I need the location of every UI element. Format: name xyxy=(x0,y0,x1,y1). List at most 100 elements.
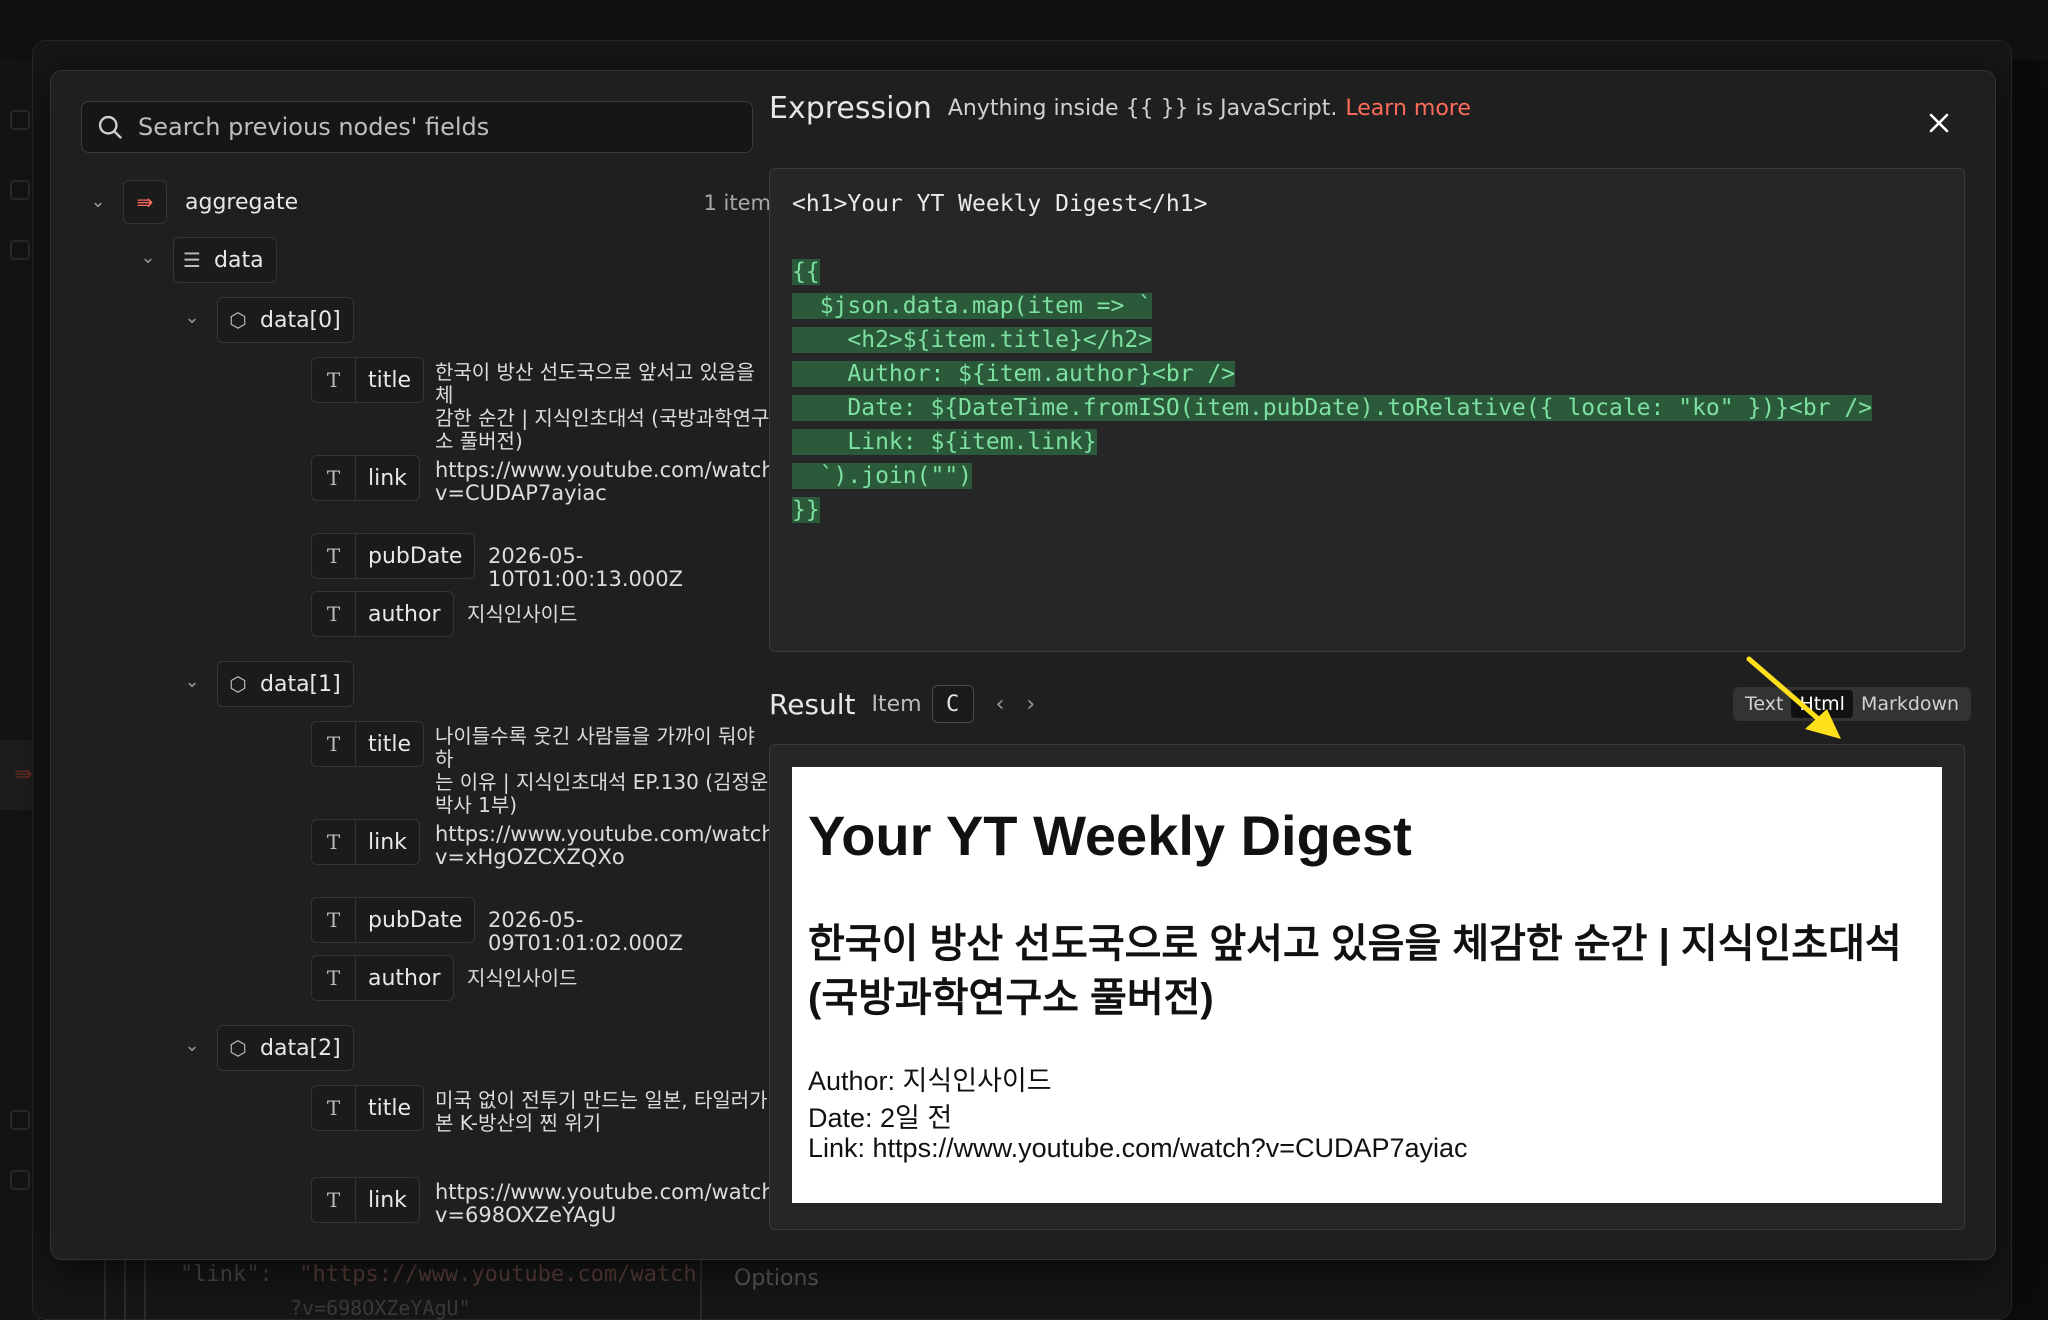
code-text: `).join("") xyxy=(792,463,973,489)
code-text: $json.data.map(item => ` xyxy=(792,293,1153,319)
node-pill: ☰ data xyxy=(173,237,277,283)
bg-indent-line xyxy=(144,1250,146,1320)
bg-separator xyxy=(700,1250,702,1320)
expression-header: Expression Anything inside {{ }} is Java… xyxy=(769,83,1471,133)
code-line: <h1>Your YT Weekly Digest</h1> xyxy=(792,191,1207,217)
field-value-line: 지식인사이드 xyxy=(467,966,578,990)
field-value-line: https://www.youtube.com/watch? xyxy=(435,458,771,482)
bg-indent-line xyxy=(124,1250,126,1320)
field-name: author xyxy=(368,601,441,627)
preview-subheading: 한국이 방산 선도국으로 앞서고 있음을 체감한 순간 | 지식인초대석 (국방… xyxy=(808,922,1902,1020)
item-count: 1 item xyxy=(703,191,771,215)
bg-indent-line xyxy=(104,1250,106,1320)
item-index-input[interactable]: C xyxy=(931,685,974,723)
bg-json-line: "link": "https://www.youtube.com/watch xyxy=(180,1262,697,1287)
text-type-icon: T xyxy=(312,820,356,864)
learn-more-link[interactable]: Learn more xyxy=(1345,96,1470,121)
code-text: }} xyxy=(792,497,820,523)
bg-search-icon xyxy=(10,1110,30,1130)
code-text: {{ xyxy=(792,259,820,285)
bg-settings-icon xyxy=(10,1170,30,1190)
bg-json-line-2: ?v=698OXZeYAgU" xyxy=(290,1296,471,1320)
code-text: Author: ${item.author}<br /> xyxy=(792,361,1236,387)
field-value-line: https://www.youtube.com/watch? xyxy=(435,1180,771,1204)
preview-heading: Your YT Weekly Digest xyxy=(808,804,1412,867)
field-pill: Tlink xyxy=(311,1177,420,1223)
html-preview: Your YT Weekly Digest 한국이 방산 선도국으로 앞서고 있… xyxy=(792,767,1942,1203)
chevron-down-icon[interactable]: ⌄ xyxy=(181,307,203,329)
bg-user-icon xyxy=(10,180,30,200)
field-name: title xyxy=(368,367,412,393)
field-pill: Tauthor xyxy=(311,591,454,637)
field-value-line: v=CUDAP7ayiac xyxy=(435,481,607,505)
field-pill: TpubDate xyxy=(311,533,476,579)
close-icon xyxy=(1929,113,1949,133)
preview-date: Date: 2일 전 xyxy=(808,1103,953,1133)
chevron-down-icon[interactable]: ⌄ xyxy=(137,247,159,269)
bg-home-icon xyxy=(10,110,30,130)
code-line: <h2>${item.title}</h2> xyxy=(792,327,1153,353)
code-text: Link: ${item.link} xyxy=(792,429,1097,455)
code-line: `).join("") xyxy=(792,463,973,489)
node-label: aggregate xyxy=(185,189,299,215)
expression-title: Expression xyxy=(769,90,932,126)
code-line: {{ xyxy=(792,259,820,285)
field-name: title xyxy=(368,731,412,757)
node-pill: ⇛ aggregate xyxy=(123,179,310,225)
bg-node-icon: ⇛ xyxy=(14,762,33,787)
bg-options-label: Options xyxy=(734,1266,819,1291)
code-line: Date: ${DateTime.fromISO(item.pubDate).t… xyxy=(792,395,1873,421)
field-pill: Ttitle xyxy=(311,1085,425,1131)
text-type-icon: T xyxy=(312,1178,356,1222)
bg-folder-icon xyxy=(10,240,30,260)
text-type-icon: T xyxy=(312,956,356,1000)
field-value-line: 지식인사이드 xyxy=(467,602,578,626)
field-value: 한국이 방산 선도국으로 앞서고 있음을 체 감한 순간 | 지식인초대석 (국방… xyxy=(435,361,771,453)
field-value: 2026-05-09T01:01:02.000Z xyxy=(488,909,771,955)
previous-item-button[interactable]: ‹ xyxy=(996,692,1005,717)
field-name: link xyxy=(368,829,407,855)
field-value: 지식인사이드 xyxy=(467,967,771,990)
field-value: https://www.youtube.com/watch? v=xHgOZCXZ… xyxy=(435,823,771,869)
chevron-down-icon[interactable]: ⌄ xyxy=(87,191,109,213)
field-pill: Ttitle xyxy=(311,357,425,403)
expression-subtitle: Anything inside {{ }} is JavaScript. xyxy=(947,95,1338,121)
field-name: title xyxy=(368,1095,412,1121)
expression-editor[interactable]: <h1>Your YT Weekly Digest</h1> {{ $json.d… xyxy=(769,168,1965,652)
field-value: 2026-05-10T01:00:13.000Z xyxy=(488,545,771,591)
search-field[interactable] xyxy=(81,101,753,153)
code-line: Author: ${item.author}<br /> xyxy=(792,361,1236,387)
tab-markdown[interactable]: Markdown xyxy=(1853,690,1967,718)
field-name: link xyxy=(368,465,407,491)
field-name: pubDate xyxy=(368,907,463,933)
field-value-line: 한국이 방산 선도국으로 앞서고 있음을 체 xyxy=(435,360,755,407)
field-name: author xyxy=(368,965,441,991)
field-pill: Tlink xyxy=(311,819,420,865)
search-input[interactable] xyxy=(138,113,738,141)
field-value-line: 2026-05-09T01:01:02.000Z xyxy=(488,908,684,955)
field-value-line: v=xHgOZCXZQXo xyxy=(435,845,625,869)
field-value: https://www.youtube.com/watch? v=698OXZeY… xyxy=(435,1181,771,1227)
field-value-line: 본 K-방산의 찐 위기 xyxy=(435,1111,602,1135)
field-value-line: v=698OXZeYAgU xyxy=(435,1203,617,1227)
text-type-icon: T xyxy=(312,898,356,942)
chevron-down-icon[interactable]: ⌄ xyxy=(181,671,203,693)
input-tree: ⌄ ⇛ aggregate 1 item ⌄ ☰ data ⌄ ⬡ data[0] T… xyxy=(81,179,771,1249)
chevron-down-icon[interactable]: ⌄ xyxy=(181,1035,203,1057)
node-pill: ⬡ data[0] xyxy=(217,297,354,343)
next-item-button[interactable]: › xyxy=(1026,692,1035,717)
field-name: link xyxy=(368,1187,407,1213)
code-line: }} xyxy=(792,497,820,523)
field-value-line: 박사 1부) xyxy=(435,793,518,817)
code-text: <h2>${item.title}</h2> xyxy=(792,327,1153,353)
cube-icon: ⬡ xyxy=(229,1036,247,1060)
field-pill: TpubDate xyxy=(311,897,476,943)
cube-icon: ⬡ xyxy=(229,672,247,696)
search-icon xyxy=(98,115,122,139)
field-value: 미국 없이 전투기 만드는 일본, 타일러가 본 K-방산의 찐 위기 xyxy=(435,1089,771,1135)
field-value: 나이들수록 웃긴 사람들을 가까이 둬야 하는 이유 | 지식인초대석 EP.1… xyxy=(435,725,771,817)
field-value-line: 감한 순간 | 지식인초대석 (국방과학연구 xyxy=(435,406,770,430)
field-value: https://www.youtube.com/watch? v=CUDAP7ay… xyxy=(435,459,771,505)
close-button[interactable] xyxy=(1923,107,1955,139)
node-pill: ⬡ data[2] xyxy=(217,1025,354,1071)
